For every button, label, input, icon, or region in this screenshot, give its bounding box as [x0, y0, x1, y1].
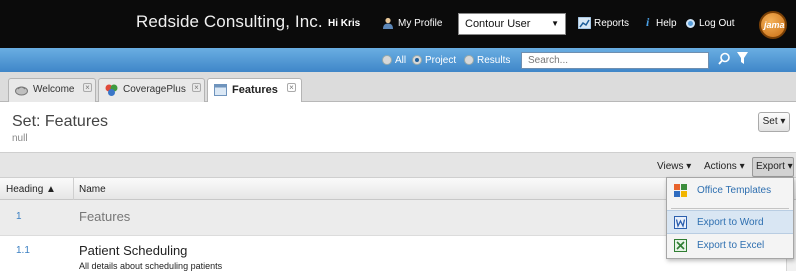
- menu-separator: [671, 208, 789, 209]
- reports-link[interactable]: Reports: [594, 18, 629, 29]
- menu-item-label: Office Templates: [697, 185, 772, 196]
- scope-radio-results[interactable]: [464, 55, 474, 65]
- chevron-down-icon: ▼: [551, 19, 559, 28]
- scope-radio-all[interactable]: [382, 55, 392, 65]
- scope-label-results: Results: [477, 55, 511, 66]
- user-role-select[interactable]: Contour User ▼: [458, 13, 566, 35]
- logout-icon: [686, 19, 695, 28]
- scope-label-project: Project: [425, 55, 457, 66]
- tab-welcome-label: Welcome: [33, 84, 75, 95]
- tab-welcome[interactable]: Welcome ×: [8, 78, 96, 102]
- row-heading[interactable]: 1.1: [16, 245, 30, 256]
- excel-icon: [674, 239, 687, 252]
- help-icon: i: [646, 15, 650, 29]
- tab-coverageplus-label: CoveragePlus: [123, 84, 186, 95]
- my-profile-link[interactable]: My Profile: [398, 18, 442, 29]
- company-name: Redside Consulting, Inc.: [136, 12, 323, 31]
- row-heading[interactable]: 1: [16, 211, 22, 222]
- actions-menu[interactable]: Actions ▾: [704, 161, 745, 172]
- column-divider[interactable]: [73, 178, 74, 200]
- page-subtitle: null: [12, 133, 28, 144]
- word-icon: [674, 216, 687, 229]
- user-role-value: Contour User: [465, 18, 531, 30]
- close-icon[interactable]: ×: [192, 83, 201, 92]
- menu-item-label: Export to Excel: [697, 240, 765, 251]
- logout-link[interactable]: Log Out: [699, 18, 735, 29]
- close-icon[interactable]: ×: [83, 83, 92, 92]
- row-name[interactable]: Patient Scheduling: [79, 243, 187, 258]
- greeting: Hi Kris: [328, 18, 361, 29]
- search-input[interactable]: Search...: [521, 52, 709, 69]
- tab-features[interactable]: Features ×: [207, 78, 302, 103]
- search-icon[interactable]: [718, 52, 731, 66]
- close-icon[interactable]: ×: [287, 83, 296, 92]
- search-placeholder: Search...: [528, 55, 569, 66]
- reports-icon: [578, 17, 591, 29]
- row-name[interactable]: Features: [79, 209, 130, 224]
- views-menu[interactable]: Views ▾: [657, 161, 691, 172]
- tab-features-label: Features: [232, 84, 278, 96]
- coverage-icon: [105, 84, 118, 96]
- row-description: All details about scheduling patients: [79, 261, 223, 271]
- set-button[interactable]: Set ▾: [758, 112, 790, 132]
- export-button[interactable]: Export ▾: [752, 157, 794, 177]
- menu-item-office-templates[interactable]: Office Templates: [667, 179, 793, 203]
- welcome-icon: [15, 86, 28, 96]
- user-icon: [383, 17, 393, 29]
- menu-item-label: Export to Word: [697, 217, 764, 228]
- filter-icon[interactable]: [737, 52, 748, 65]
- menu-item-export-to-excel[interactable]: Export to Excel: [667, 234, 793, 258]
- jama-logo: jama: [759, 11, 787, 39]
- logo-text: jama: [764, 20, 785, 30]
- column-header-name[interactable]: Name: [79, 184, 106, 195]
- set-header: [0, 102, 796, 152]
- menu-item-export-to-word[interactable]: Export to Word: [667, 210, 793, 234]
- column-header-heading[interactable]: Heading ▲: [6, 184, 56, 195]
- features-icon: [214, 84, 227, 96]
- scope-radio-project[interactable]: [412, 55, 422, 65]
- help-link[interactable]: Help: [656, 18, 677, 29]
- tab-coverageplus[interactable]: CoveragePlus ×: [98, 78, 205, 102]
- export-dropdown-menu: Office Templates Export to Word Export t…: [666, 177, 794, 259]
- page-title: Set: Features: [12, 113, 109, 130]
- scope-label-all: All: [395, 55, 407, 66]
- office-templates-icon: [674, 184, 687, 197]
